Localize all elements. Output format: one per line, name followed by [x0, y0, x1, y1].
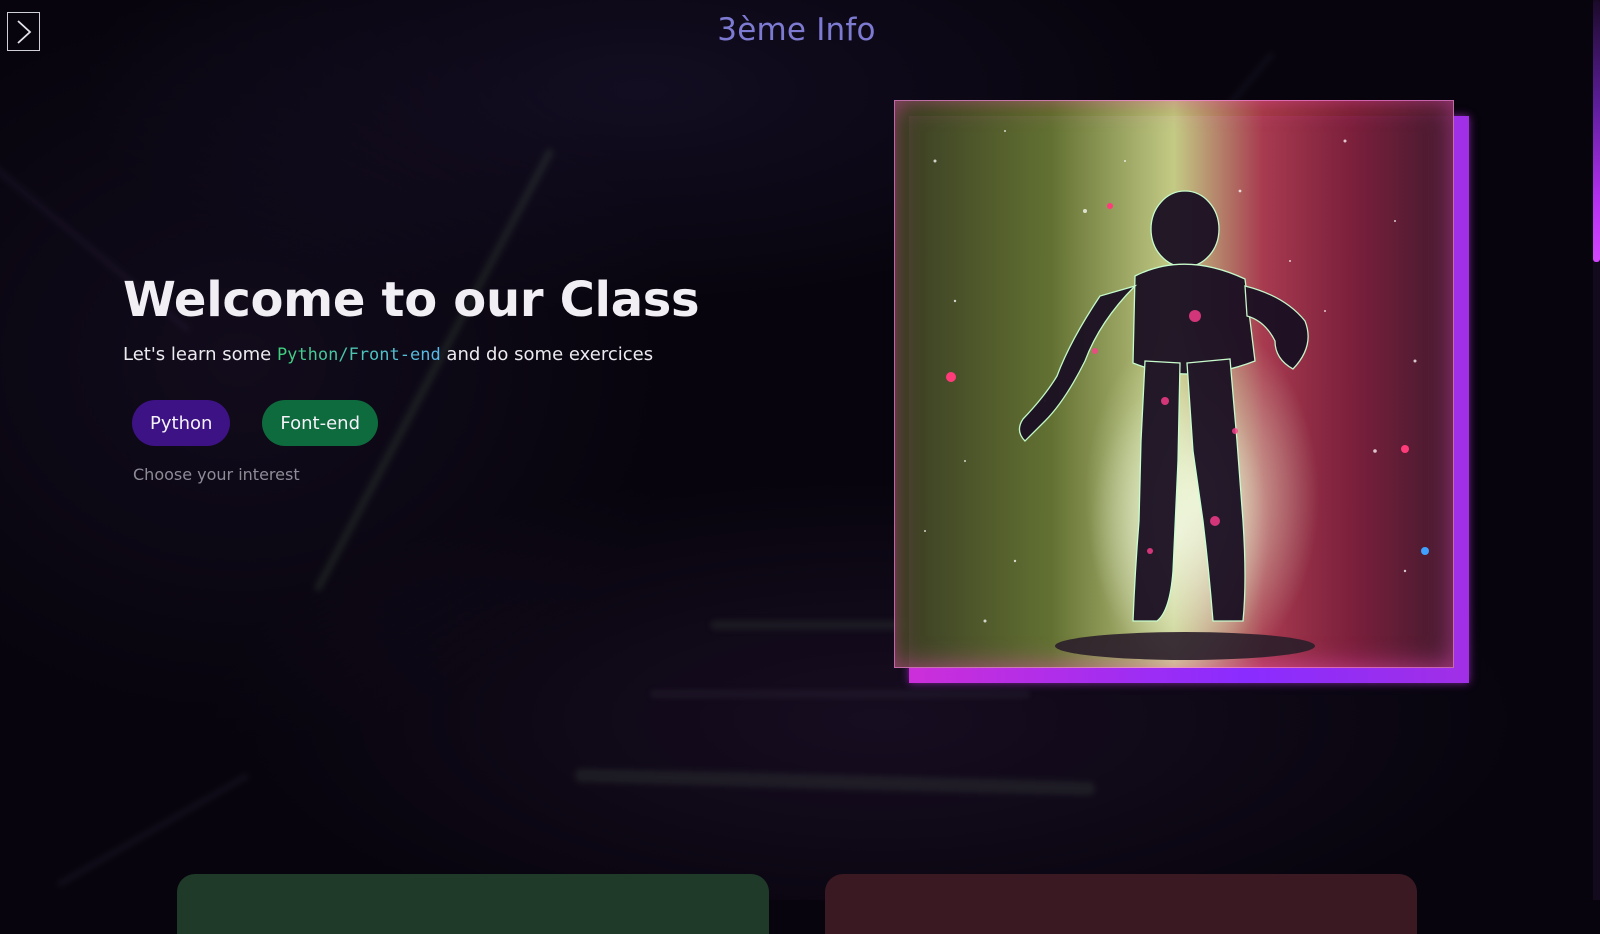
subtitle-code-highlight: Python/Front-end: [276, 345, 441, 365]
python-button[interactable]: Python: [132, 400, 231, 446]
site-title: 3ème Info: [717, 12, 876, 48]
frontend-button[interactable]: Font-end: [262, 400, 378, 446]
hero-illustration: [894, 100, 1454, 668]
subtitle-text-before: Let's learn some: [123, 344, 277, 365]
astronaut-robot-figure: [924, 130, 1429, 667]
python-card[interactable]: [177, 874, 769, 934]
interest-buttons: Python Font-end: [132, 400, 378, 446]
hero-heading: Welcome to our Class: [123, 272, 700, 328]
scrollbar-thumb[interactable]: [1593, 0, 1600, 262]
subtitle-text-after: and do some exercices: [440, 344, 654, 365]
hero-subtitle: Let's learn some Python/Front-end and do…: [123, 344, 843, 365]
hero-section: Welcome to our Class Let's learn some Py…: [123, 272, 843, 365]
frontend-card[interactable]: [825, 874, 1417, 934]
interest-hint: Choose your interest: [133, 465, 300, 484]
